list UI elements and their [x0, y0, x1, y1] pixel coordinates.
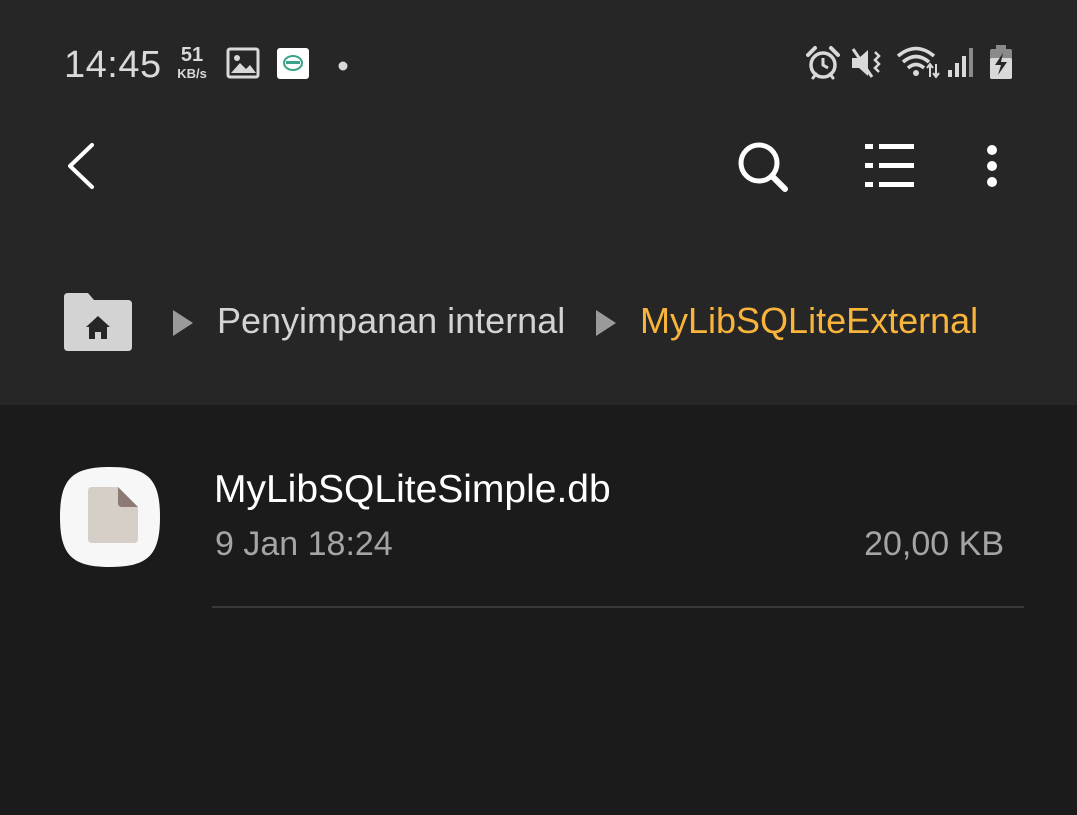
battery-charging-icon: [988, 44, 1014, 85]
breadcrumb-arrow-icon: [172, 309, 194, 342]
document-file-icon: [58, 465, 162, 574]
breadcrumb-item-internal-storage[interactable]: Penyimpanan internal: [217, 300, 565, 342]
back-icon[interactable]: [60, 140, 100, 197]
file-name: MyLibSQLiteSimple.db: [214, 468, 611, 511]
vibrate-mute-icon: [850, 46, 886, 85]
breadcrumb-item-current-folder[interactable]: MyLibSQLiteExternal: [640, 300, 978, 342]
alarm-icon: [805, 45, 841, 86]
dot-icon: [338, 58, 348, 76]
network-speed-value: 51: [180, 44, 204, 66]
breadcrumb-arrow-icon: [595, 309, 617, 342]
app-notification-icon: [277, 48, 309, 84]
gallery-icon: [226, 47, 260, 84]
file-date: 9 Jan 18:24: [215, 525, 393, 563]
file-size: 20,00 KB: [864, 525, 1004, 563]
home-folder-icon[interactable]: [62, 291, 134, 358]
signal-icon: [946, 46, 976, 83]
list-view-icon[interactable]: [862, 141, 918, 196]
status-bar: 14:45 51 KB/s: [0, 0, 1077, 120]
list-divider: [212, 606, 1024, 608]
more-options-icon[interactable]: [982, 142, 1002, 197]
status-time: 14:45: [64, 44, 162, 86]
wifi-icon: [896, 45, 940, 84]
network-speed: 51 KB/s: [172, 45, 212, 80]
network-speed-unit: KB/s: [177, 66, 207, 81]
search-icon[interactable]: [735, 140, 791, 201]
